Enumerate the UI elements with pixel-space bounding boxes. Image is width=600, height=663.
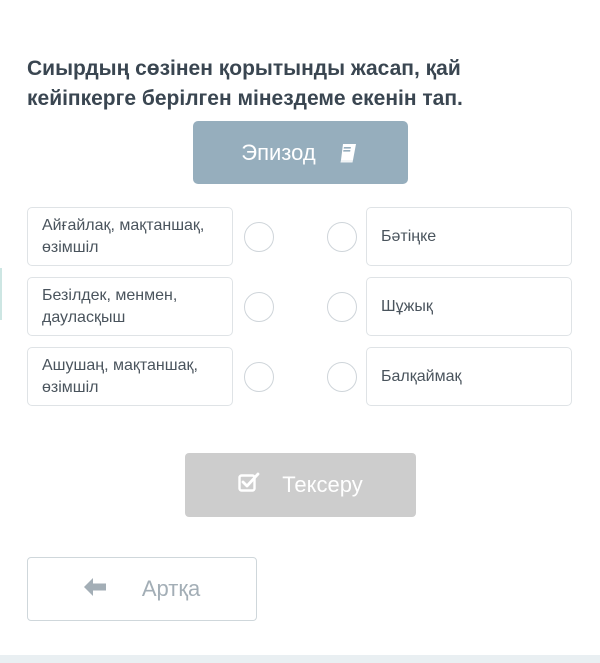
- left-radio-1[interactable]: [244, 222, 274, 252]
- left-radio-2[interactable]: [244, 292, 274, 322]
- left-option-2[interactable]: Безілдек, менмен, дауласқыш: [27, 277, 233, 336]
- checkbox-icon: [238, 472, 260, 498]
- right-radio-1[interactable]: [327, 222, 357, 252]
- left-radio-3[interactable]: [244, 362, 274, 392]
- question-text: Сиырдың сөзінен қорытынды жасап, қай кей…: [27, 57, 463, 110]
- arrow-left-icon: [83, 576, 106, 602]
- left-edge-accent: [0, 268, 2, 320]
- right-option-1[interactable]: Бәтіңке: [366, 207, 572, 266]
- left-option-text: Айғайлақ, мақтаншақ, өзімшіл: [42, 216, 205, 256]
- episode-button[interactable]: Эпизод: [193, 121, 408, 184]
- book-icon: [336, 141, 360, 165]
- left-option-text: Безілдек, менмен, дауласқыш: [42, 286, 178, 326]
- right-option-text: Шұжық: [381, 297, 433, 315]
- right-option-text: Бәтіңке: [381, 227, 437, 245]
- right-radio-2[interactable]: [327, 292, 357, 322]
- footer-band: [0, 655, 600, 663]
- right-radio-3[interactable]: [327, 362, 357, 392]
- matching-exercise-page: Сиырдың сөзінен қорытынды жасап, қай кей…: [0, 0, 600, 663]
- left-option-text: Ашушаң, мақтаншақ, өзімшіл: [42, 356, 198, 396]
- check-button-label: Тексеру: [282, 472, 363, 497]
- left-option-3[interactable]: Ашушаң, мақтаншақ, өзімшіл: [27, 347, 233, 406]
- back-button[interactable]: Артқа: [27, 557, 257, 621]
- check-button[interactable]: Тексеру: [185, 453, 416, 517]
- right-option-2[interactable]: Шұжық: [366, 277, 572, 336]
- episode-button-label: Эпизод: [241, 139, 316, 165]
- left-option-1[interactable]: Айғайлақ, мақтаншақ, өзімшіл: [27, 207, 233, 266]
- right-option-3[interactable]: Балқаймақ: [366, 347, 572, 406]
- right-option-text: Балқаймақ: [381, 367, 462, 385]
- back-button-label: Артқа: [141, 576, 201, 601]
